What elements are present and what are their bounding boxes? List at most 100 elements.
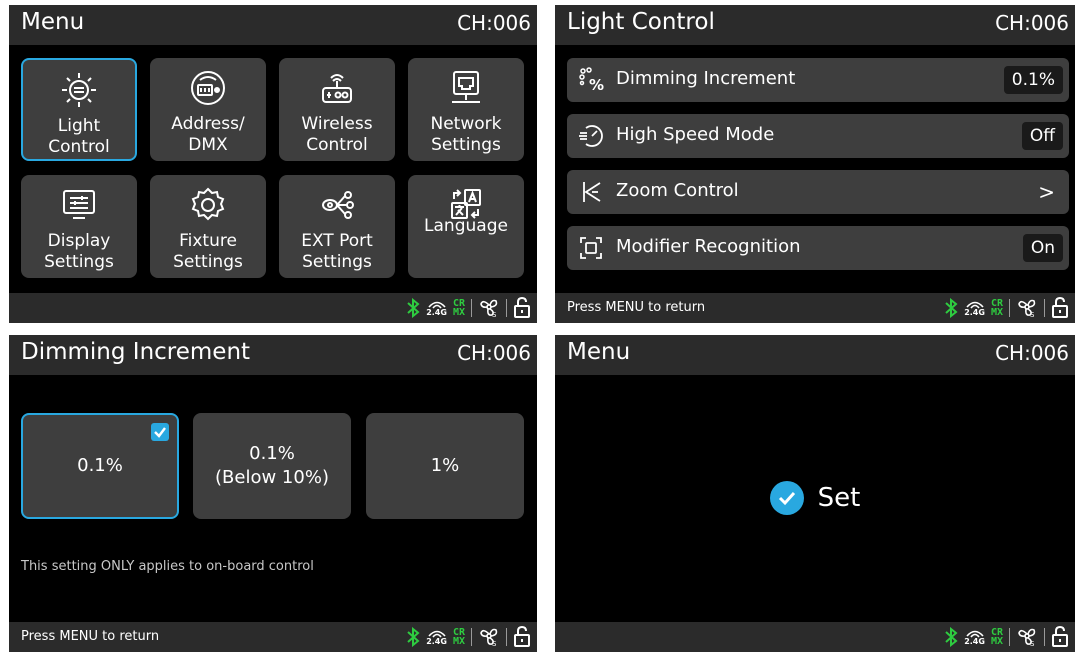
tile-fixture-settings[interactable]: Fixture Settings bbox=[150, 175, 266, 278]
tile-label: Language bbox=[424, 216, 508, 236]
wireless-2.4g-icon: 2.4G bbox=[964, 628, 985, 646]
page-title: Light Control bbox=[567, 9, 715, 35]
crmx-bottom-label: MX bbox=[990, 307, 1003, 318]
tile-language[interactable]: Language bbox=[408, 175, 524, 278]
status-divider bbox=[1044, 628, 1045, 646]
option-1-percent[interactable]: 1% bbox=[366, 413, 524, 519]
svg-text:S: S bbox=[1030, 311, 1035, 318]
network-icon bbox=[408, 68, 524, 108]
option-0-1-percent-below-10[interactable]: 0.1% (Below 10%) bbox=[193, 413, 351, 519]
row-label: Modifier Recognition bbox=[616, 236, 801, 257]
status-divider bbox=[506, 628, 507, 646]
header: Menu CH:006 bbox=[9, 5, 537, 45]
set-message: Set bbox=[817, 483, 861, 513]
page-title: Dimming Increment bbox=[21, 339, 251, 365]
wireless-2.4g-label: 2.4G bbox=[964, 637, 985, 646]
dimming-increment-screen: Dimming Increment CH:006 0.1% 0.1% (Belo… bbox=[9, 335, 537, 652]
tile-network-settings[interactable]: Network Settings bbox=[408, 58, 524, 161]
setting-note: This setting ONLY applies to on-board co… bbox=[21, 559, 314, 574]
row-value: Off bbox=[1021, 122, 1063, 150]
bluetooth-icon bbox=[406, 627, 420, 647]
unlock-icon bbox=[513, 626, 531, 648]
fan-icon: S bbox=[478, 627, 500, 647]
option-label: 1% bbox=[430, 455, 460, 476]
svg-text:%: % bbox=[589, 76, 604, 93]
tile-label: Display Settings bbox=[44, 231, 114, 272]
tile-label: Wireless Control bbox=[301, 114, 373, 155]
ext-port-icon bbox=[279, 185, 395, 225]
dimming-icon: % bbox=[577, 66, 605, 94]
wireless-2.4g-label: 2.4G bbox=[426, 637, 447, 646]
status-divider bbox=[1009, 628, 1010, 646]
channel-indicator: CH:006 bbox=[457, 341, 531, 365]
row-label: Dimming Increment bbox=[616, 68, 796, 89]
option-label: 0.1% bbox=[77, 455, 123, 476]
row-dimming-increment[interactable]: % Dimming Increment 0.1% bbox=[567, 58, 1069, 102]
fan-icon: S bbox=[1016, 298, 1038, 318]
menu-screen: Menu CH:006 Light Control Address/ DMX W… bbox=[9, 5, 537, 323]
status-divider bbox=[1009, 299, 1010, 317]
tile-light-control[interactable]: Light Control bbox=[21, 58, 137, 161]
svg-text:S: S bbox=[492, 640, 497, 647]
crmx-icon: CR MX bbox=[452, 299, 465, 318]
crmx-bottom-label: MX bbox=[452, 307, 465, 318]
crmx-icon: CR MX bbox=[990, 299, 1003, 318]
light-control-screen: Light Control CH:006 % Dimming Increment… bbox=[555, 5, 1075, 323]
unlock-icon bbox=[1051, 626, 1069, 648]
tile-label: EXT Port Settings bbox=[301, 231, 373, 272]
wireless-icon bbox=[279, 68, 395, 108]
speed-icon bbox=[577, 122, 605, 150]
page-title: Menu bbox=[567, 339, 631, 365]
unlock-icon bbox=[513, 297, 531, 319]
display-icon bbox=[21, 185, 137, 225]
bluetooth-icon bbox=[406, 298, 420, 318]
crmx-icon: CR MX bbox=[453, 628, 465, 647]
row-zoom-control[interactable]: Zoom Control > bbox=[567, 170, 1069, 214]
modifier-icon bbox=[577, 234, 605, 262]
status-divider bbox=[1044, 299, 1045, 317]
svg-text:S: S bbox=[1030, 640, 1035, 647]
row-high-speed-mode[interactable]: High Speed Mode Off bbox=[567, 114, 1069, 158]
row-modifier-recognition[interactable]: Modifier Recognition On bbox=[567, 226, 1069, 270]
crmx-bottom-label: MX bbox=[990, 636, 1003, 647]
crmx-icon: CR MX bbox=[990, 628, 1003, 647]
page-title: Menu bbox=[21, 9, 85, 35]
tile-label: Address/ DMX bbox=[171, 114, 245, 155]
status-divider bbox=[506, 299, 507, 317]
status-bar: 2.4G CR MX S bbox=[555, 622, 1075, 652]
channel-indicator: CH:006 bbox=[995, 341, 1069, 365]
row-value: 0.1% bbox=[1003, 66, 1063, 94]
row-value: On bbox=[1022, 234, 1063, 262]
check-circle-icon bbox=[769, 481, 804, 515]
tile-label: Network Settings bbox=[430, 114, 502, 155]
unlock-icon bbox=[1051, 297, 1069, 319]
status-bar: 2.4G CR MX S bbox=[9, 293, 537, 323]
option-label: 0.1% (Below 10%) bbox=[215, 443, 329, 488]
row-label: High Speed Mode bbox=[616, 124, 775, 145]
tile-ext-port-settings[interactable]: EXT Port Settings bbox=[279, 175, 395, 278]
fan-icon: S bbox=[1016, 627, 1038, 647]
tile-address-dmx[interactable]: Address/ DMX bbox=[150, 58, 266, 161]
tile-display-settings[interactable]: Display Settings bbox=[21, 175, 137, 278]
header: Menu CH:006 bbox=[555, 335, 1075, 375]
set-confirmation-screen: Menu CH:006 Set 2.4G CR MX S bbox=[555, 335, 1075, 652]
wireless-2.4g-label: 2.4G bbox=[426, 308, 447, 317]
wireless-2.4g-label: 2.4G bbox=[964, 308, 985, 317]
zoom-icon bbox=[577, 178, 605, 206]
bluetooth-icon bbox=[944, 627, 958, 647]
tile-wireless-control[interactable]: Wireless Control bbox=[279, 58, 395, 161]
status-divider bbox=[471, 299, 472, 317]
status-divider bbox=[471, 628, 472, 646]
wireless-2.4g-icon: 2.4G bbox=[426, 628, 447, 646]
channel-indicator: CH:006 bbox=[457, 11, 531, 35]
footer-hint: Press MENU to return bbox=[567, 300, 706, 315]
gear-icon bbox=[150, 185, 266, 225]
address-dmx-icon bbox=[150, 68, 266, 108]
chevron-right-icon: > bbox=[1038, 180, 1055, 204]
fan-icon: S bbox=[478, 298, 500, 318]
option-0-1-percent[interactable]: 0.1% bbox=[21, 413, 179, 519]
channel-indicator: CH:006 bbox=[995, 11, 1069, 35]
row-label: Zoom Control bbox=[616, 180, 739, 201]
wireless-2.4g-icon: 2.4G bbox=[964, 299, 985, 317]
svg-text:S: S bbox=[492, 311, 497, 318]
